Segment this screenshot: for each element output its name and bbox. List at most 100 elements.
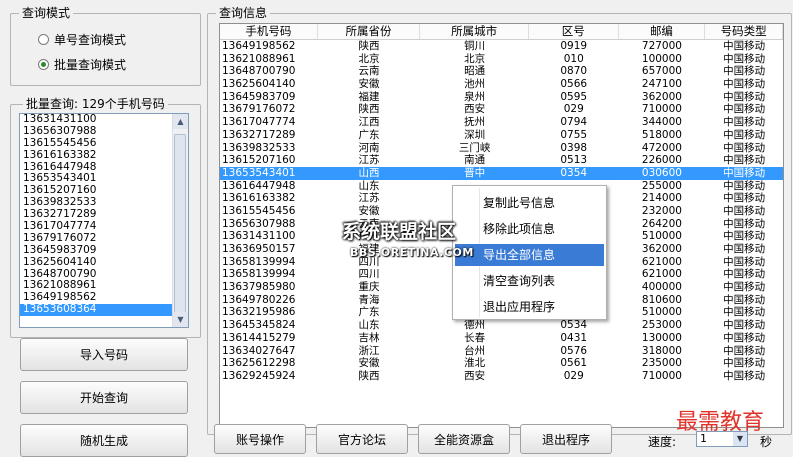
menu-item[interactable]: 导出全部信息 <box>455 244 604 266</box>
speed-value: 1 <box>700 432 707 445</box>
table-cell: 621000 <box>641 268 682 281</box>
table-cell: 235000 <box>641 357 682 370</box>
table-cell: 中国移动 <box>723 204 766 217</box>
list-item[interactable]: 13625604140 <box>20 256 172 269</box>
table-cell: 13658139994 <box>222 268 296 281</box>
column-header[interactable]: 邮编 <box>619 24 706 39</box>
table-cell: 030600 <box>641 166 682 179</box>
table-cell: 青海 <box>358 293 380 306</box>
account-button[interactable]: 账号操作 <box>214 424 306 454</box>
list-item[interactable]: 13679176072 <box>20 232 172 245</box>
table-cell: 中国移动 <box>723 154 766 167</box>
list-item[interactable]: 13656307988 <box>20 125 172 138</box>
table-cell: 中国移动 <box>723 103 766 116</box>
table-cell: 13625604140 <box>222 78 296 91</box>
table-cell: 安徽 <box>358 78 380 91</box>
table-row[interactable]: 13653543401 山西 晋中 0354 030600 中国移动 <box>220 166 783 180</box>
table-cell: 232000 <box>641 204 682 217</box>
table-cell: 0870 <box>560 65 588 78</box>
table-cell: 山东 <box>358 319 380 332</box>
menu-item[interactable]: 复制此号信息 <box>455 192 604 214</box>
list-item[interactable]: 13615545456 <box>20 137 172 150</box>
table-cell: 三门峡 <box>458 141 491 154</box>
table-cell: 台州 <box>464 344 486 357</box>
table-row[interactable]: 13634027647 浙江 台州 0576 318000 中国移动 <box>220 345 783 358</box>
table-cell: 0431 <box>560 331 588 344</box>
table-cell: 南通 <box>464 154 486 167</box>
table-cell: 中国移动 <box>723 357 766 370</box>
scroll-down-icon[interactable]: ▼ <box>173 312 188 327</box>
exit-program-button[interactable]: 退出程序 <box>520 424 612 454</box>
column-header[interactable]: 号码类型 <box>705 24 783 39</box>
resources-button[interactable]: 全能资源盒 <box>418 424 510 454</box>
column-header[interactable]: 手机号码 <box>220 24 318 39</box>
speed-select[interactable]: 1 ▼ <box>696 431 748 447</box>
forum-button[interactable]: 官方论坛 <box>316 424 408 454</box>
import-numbers-button[interactable]: 导入号码 <box>20 338 188 371</box>
listbox-scrollbar[interactable]: ▲ ▼ <box>172 114 188 327</box>
table-cell: 810600 <box>641 293 682 306</box>
table-cell: 13625612298 <box>222 357 296 370</box>
table-row[interactable]: 13625604140 安徽 池州 0566 247100 中国移动 <box>220 78 783 91</box>
table-cell: 中国移动 <box>723 319 766 332</box>
column-header[interactable]: 所属城市 <box>420 24 529 39</box>
table-cell: 226000 <box>641 154 682 167</box>
query-mode-group: 查询模式 <box>10 6 201 86</box>
column-header[interactable]: 所属省份 <box>318 24 421 39</box>
table-cell: 铜川 <box>464 40 486 52</box>
table-row[interactable]: 13645345824 山东 德州 0534 253000 中国移动 <box>220 319 783 332</box>
table-cell: 13634027647 <box>222 344 296 357</box>
table-cell: 江苏 <box>358 154 380 167</box>
column-header[interactable]: 区号 <box>529 24 619 39</box>
menu-item[interactable]: 退出应用程序 <box>455 296 604 318</box>
table-row[interactable]: 13632717289 广东 深圳 0755 518000 中国移动 <box>220 129 783 142</box>
table-cell: 重庆 <box>358 281 380 294</box>
batch-mode-radio[interactable]: 批量查询模式 <box>38 56 126 73</box>
table-cell: 029 <box>563 369 584 382</box>
table-cell: 13653543401 <box>222 166 296 179</box>
radio-button-checked-icon <box>38 59 49 70</box>
table-row[interactable]: 13629245924 陕西 西安 029 710000 中国移动 <box>220 370 783 383</box>
table-cell: 中国移动 <box>723 293 766 306</box>
list-item[interactable]: 13616163382 <box>20 149 172 162</box>
number-listbox[interactable]: 13631431100 13656307988 13615545456 1361616… <box>19 113 189 328</box>
table-row[interactable]: 13621088961 北京 北京 010 100000 中国移动 <box>220 53 783 66</box>
table-row[interactable]: 13649198562 陕西 铜川 0919 727000 中国移动 <box>220 40 783 53</box>
table-cell: 13629245924 <box>222 369 296 382</box>
list-item[interactable]: 13645983709 <box>20 244 172 257</box>
single-mode-radio[interactable]: 单号查询模式 <box>38 31 126 48</box>
table-cell: 中国移动 <box>723 243 766 255</box>
table-cell: 0919 <box>560 40 588 52</box>
chevron-down-icon[interactable]: ▼ <box>733 432 747 446</box>
start-query-button[interactable]: 开始查询 <box>20 381 188 414</box>
table-cell: 029 <box>563 103 584 116</box>
random-generate-button[interactable]: 随机生成 <box>20 424 188 457</box>
table-cell: 472000 <box>641 141 682 154</box>
table-cell: 淮北 <box>464 357 486 370</box>
table-cell: 0354 <box>560 166 588 179</box>
table-row[interactable]: 13679176072 陕西 西安 029 710000 中国移动 <box>220 103 783 116</box>
table-row[interactable]: 13615207160 江苏 南通 0513 226000 中国移动 <box>220 154 783 167</box>
table-row[interactable]: 13639832533 河南 三门峡 0398 472000 中国移动 <box>220 142 783 155</box>
table-row[interactable]: 13614415279 吉林 长春 0431 130000 中国移动 <box>220 332 783 345</box>
scroll-up-icon[interactable]: ▲ <box>173 114 188 129</box>
list-item[interactable]: 13653608364 <box>20 303 172 317</box>
table-cell: 中国移动 <box>723 255 766 268</box>
table-cell: 13615207160 <box>222 154 296 167</box>
table-row[interactable]: 13617047774 江西 抚州 0794 344000 中国移动 <box>220 116 783 129</box>
table-row[interactable]: 13648700790 云南 昭通 0870 657000 中国移动 <box>220 65 783 78</box>
menu-item[interactable]: 移除此项信息 <box>455 218 604 240</box>
scroll-thumb[interactable] <box>174 134 186 314</box>
table-cell: 中国移动 <box>723 65 766 78</box>
table-cell: 昭通 <box>464 65 486 78</box>
number-list: 13631431100 13656307988 13615545456 1361616… <box>20 114 172 317</box>
single-mode-label: 单号查询模式 <box>54 33 127 47</box>
table-cell: 中国移动 <box>723 281 766 294</box>
table-row[interactable]: 13625612298 安徽 淮北 0561 235000 中国移动 <box>220 357 783 370</box>
table-cell: 0794 <box>560 116 588 129</box>
table-cell: 13645983709 <box>222 90 296 103</box>
menu-item[interactable]: 清空查询列表 <box>455 270 604 292</box>
table-cell: 13632717289 <box>222 128 296 141</box>
table-row[interactable]: 13645983709 福建 泉州 0595 362000 中国移动 <box>220 91 783 104</box>
table-cell: 安徽 <box>358 204 380 217</box>
